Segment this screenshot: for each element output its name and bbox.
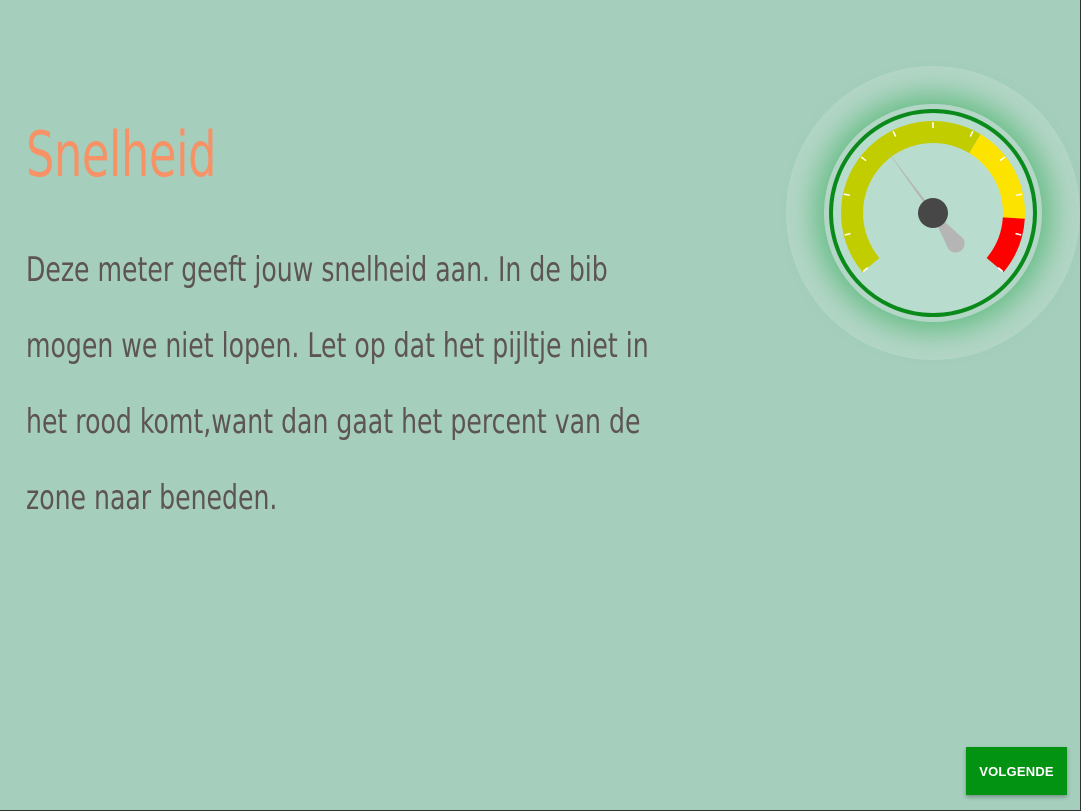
lesson-screen: Snelheid Deze meter geeft jouw snelheid … — [0, 0, 1080, 810]
speedometer-icon — [829, 109, 1037, 317]
page-title: Snelheid — [26, 118, 217, 191]
speedometer-gauge — [786, 66, 1080, 360]
needle-hub — [918, 198, 948, 228]
next-button[interactable]: VOLGENDE — [966, 747, 1067, 795]
needle-tail — [946, 234, 965, 253]
description-text: Deze meter geeft jouw snelheid aan. In d… — [26, 250, 649, 518]
